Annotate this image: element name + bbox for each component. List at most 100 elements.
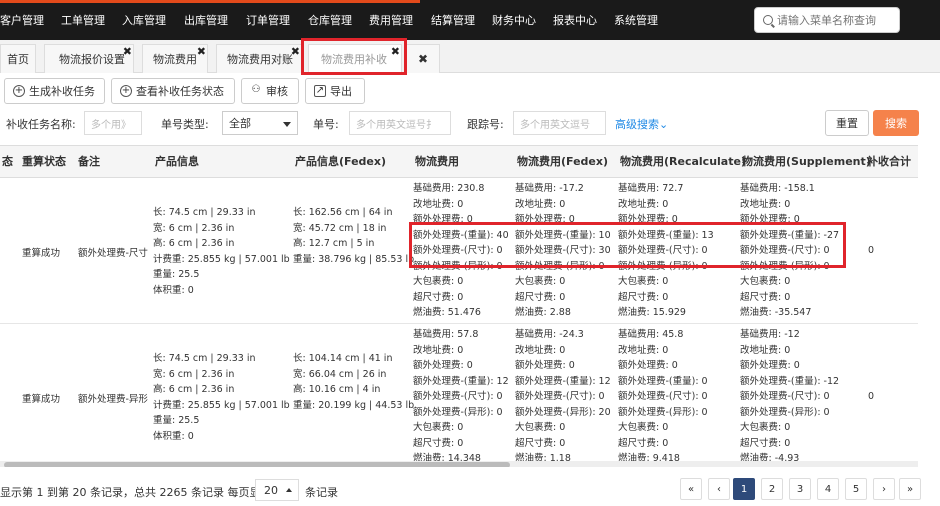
- generate-task-button[interactable]: + 生成补收任务: [4, 78, 105, 104]
- cell-line: 计费重: 25.855 kg | 57.001 lb: [153, 253, 290, 265]
- page-button[interactable]: 3: [789, 478, 811, 500]
- cell-line: 基础费用: -17.2: [515, 183, 584, 194]
- page-button[interactable]: »: [899, 478, 921, 500]
- nav-menu-item[interactable]: 客户管理: [0, 12, 44, 28]
- chevron-down-icon: ⌄: [659, 118, 669, 131]
- tab-logistics-fee[interactable]: 物流费用 ✖: [142, 44, 208, 73]
- nav-menu-item[interactable]: 财务中心: [492, 12, 536, 28]
- cell-line: 长: 74.5 cm | 29.33 in: [153, 207, 256, 218]
- col-total: 补收合计: [867, 155, 911, 168]
- nav-menu-item[interactable]: 出库管理: [184, 12, 228, 28]
- product-fedex-cell: 长: 162.56 cm | 64 in 宽: 45.72 cm | 18 in 高…: [293, 205, 414, 267]
- cell-line: 大包裹费: 0: [413, 422, 464, 433]
- col-remark: 备注: [78, 155, 100, 168]
- close-icon[interactable]: ✖: [291, 46, 300, 57]
- number-label: 单号:: [313, 118, 339, 131]
- page-button[interactable]: 2: [761, 478, 783, 500]
- nav-menu-item[interactable]: 系统管理: [614, 12, 658, 28]
- page-button[interactable]: «: [680, 478, 702, 500]
- total-cell: 0: [868, 245, 875, 256]
- records-suffix: 条记录: [305, 486, 338, 499]
- cell-line: 重量: 38.796 kg | 85.53 lb: [293, 253, 415, 265]
- close-all-tab[interactable]: ✖: [406, 44, 440, 73]
- product-info-cell: 长: 74.5 cm | 29.33 in 宽: 6 cm | 2.36 in 高:…: [153, 205, 290, 298]
- cell-line: 额外处理费-(重量): 12: [515, 375, 611, 387]
- tab-logistics-quote[interactable]: 物流报价设置 ✖: [44, 44, 134, 73]
- top-navbar: 客户管理 工单管理 入库管理 出库管理 订单管理 仓库管理 费用管理 结算管理 财务中心 报表中心…: [0, 0, 940, 40]
- nav-menu-item[interactable]: 仓库管理: [308, 12, 352, 28]
- page-button[interactable]: ›: [873, 478, 895, 500]
- advanced-search-link[interactable]: 高级搜索⌄: [615, 116, 668, 132]
- cell-line: 改地址费: 0: [515, 198, 566, 210]
- review-button[interactable]: ⚇ 审核: [241, 78, 299, 104]
- recalc-status-cell: 重算成功: [22, 248, 61, 259]
- cell-line: 大包裹费: 0: [515, 276, 566, 287]
- cell-line: 额外处理费-(尺寸): 0: [618, 391, 708, 402]
- nav-menu-item[interactable]: 结算管理: [431, 12, 475, 28]
- cell-line: 重量: 25.5: [153, 415, 200, 426]
- tab-label: 物流报价设置: [59, 53, 125, 66]
- pagination-bar: 显示第 1 到第 20 条记录，总共 2265 条记录 每页显示 20 条记录 …: [0, 476, 940, 504]
- menu-search-box[interactable]: [754, 7, 900, 33]
- tab-logistics-reconcile[interactable]: 物流费用对账 ✖: [216, 44, 302, 73]
- view-task-status-button[interactable]: + 查看补收任务状态: [111, 78, 235, 104]
- tracking-input[interactable]: 多个用英文逗号: [513, 111, 606, 135]
- fee-fedex-cell: 基础费用: -24.3 改地址费: 0 额外处理费: 0 额外处理费-(重量): 12…: [515, 327, 611, 467]
- close-icon[interactable]: ✖: [123, 46, 132, 57]
- page-button[interactable]: ‹: [708, 478, 730, 500]
- horizontal-scrollbar[interactable]: [0, 461, 918, 467]
- reset-button[interactable]: 重置: [825, 110, 869, 136]
- cell-line: 燃油费: 2.88: [515, 307, 571, 318]
- page-size-select[interactable]: 20: [255, 479, 299, 501]
- nav-menu-item[interactable]: 工单管理: [61, 12, 105, 28]
- remark-cell: 额外处理费-尺寸: [78, 248, 148, 259]
- cell-line: 改地址费: 0: [618, 198, 669, 210]
- reset-label: 重置: [836, 117, 858, 130]
- scrollbar-thumb[interactable]: [4, 462, 510, 467]
- cell-line: 改地址费: 0: [413, 198, 464, 210]
- generate-task-label: 生成补收任务: [29, 85, 95, 98]
- col-fee: 物流费用: [415, 155, 459, 168]
- search-icon: [763, 15, 773, 25]
- cell-line: 额外处理费: 0: [618, 360, 678, 371]
- cell-line: 额外处理费-(异形): 0: [618, 406, 708, 418]
- page-button[interactable]: 4: [817, 478, 839, 500]
- cell-line: 基础费用: -12: [740, 329, 800, 340]
- search-button[interactable]: 搜索: [873, 110, 919, 136]
- task-name-input[interactable]: 多个用》: [84, 111, 142, 135]
- nav-menu-item[interactable]: 订单管理: [246, 12, 290, 28]
- product-fedex-cell: 长: 104.14 cm | 41 in 宽: 66.04 cm | 26 in 高…: [293, 351, 414, 413]
- cell-line: 高: 12.7 cm | 5 in: [293, 238, 375, 249]
- col-status: 态: [2, 155, 13, 168]
- cell-line: 宽: 45.72 cm | 18 in: [293, 222, 387, 234]
- cell-line: 大包裹费: 0: [740, 422, 791, 433]
- number-input[interactable]: 多个用英文逗号扌: [349, 111, 451, 135]
- menu-search-input[interactable]: [777, 13, 897, 27]
- close-icon[interactable]: ✖: [197, 46, 206, 57]
- cell-line: 高: 10.16 cm | 4 in: [293, 384, 381, 395]
- cell-line: 重量: 25.5: [153, 269, 200, 280]
- cell-line: 大包裹费: 0: [413, 276, 464, 287]
- nav-menu-item[interactable]: 费用管理: [369, 12, 413, 28]
- cell-line: 改地址费: 0: [413, 344, 464, 356]
- nav-menu-item[interactable]: 报表中心: [553, 12, 597, 28]
- cell-line: 超尺寸费: 0: [413, 291, 464, 303]
- nav-menu-item[interactable]: 入库管理: [122, 12, 166, 28]
- page-button[interactable]: 1: [733, 478, 755, 500]
- nav-accent-bar: [0, 0, 420, 3]
- cell-line: 超尺寸费: 0: [740, 291, 791, 303]
- export-button[interactable]: ↗ 导出: [305, 78, 365, 104]
- cell-line: 大包裹费: 0: [618, 276, 669, 287]
- tab-home[interactable]: 首页: [0, 44, 36, 73]
- highlight-box-tab: [301, 38, 407, 75]
- chevron-down-icon: [283, 122, 291, 127]
- cell-line: 额外处理费: 0: [413, 360, 473, 371]
- cell-line: 额外处理费-(异形): 0: [413, 406, 503, 418]
- cell-line: 燃油费: 15.929: [618, 307, 686, 318]
- cell-line: 高: 6 cm | 2.36 in: [153, 238, 235, 249]
- cell-line: 体积重: 0: [153, 430, 194, 442]
- page-button[interactable]: 5: [845, 478, 867, 500]
- cell-line: 超尺寸费: 0: [515, 291, 566, 303]
- filter-bar: 补收任务名称: 多个用》 单号类型: 全部 单号: 多个用英文逗号扌 跟踪号: …: [0, 108, 940, 140]
- number-type-select[interactable]: 全部: [222, 111, 298, 135]
